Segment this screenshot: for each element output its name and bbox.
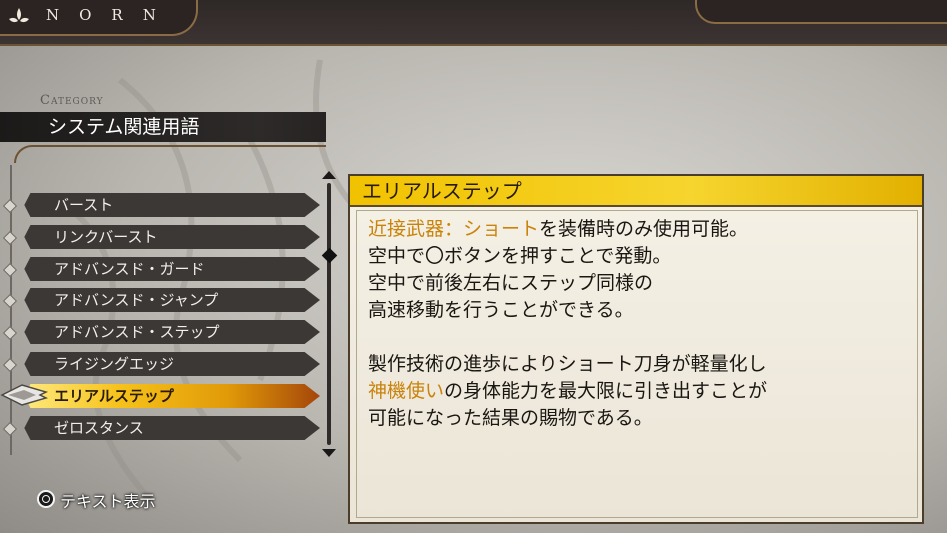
category-frame-line <box>14 145 326 163</box>
highlight-term: 神機使い <box>368 380 445 402</box>
list-node <box>2 325 18 341</box>
list-item[interactable]: アドバンスド・ジャンプ <box>24 288 320 312</box>
list-node <box>2 230 18 246</box>
highlight-term: 近接武器：ショート <box>368 218 540 240</box>
description-line: 可能になった結果の賜物である。 <box>368 407 653 429</box>
circle-button-icon[interactable] <box>37 490 55 508</box>
description-line: 空中で前後左右にステップ同様の <box>368 272 654 294</box>
scrollbar-thumb[interactable] <box>321 247 338 264</box>
description-line: 神機使いの身体能力を最大限に引き出すことが <box>368 378 908 405</box>
list-item-selected[interactable]: エリアルステップ <box>24 384 320 408</box>
logo-text: NORN <box>46 6 176 24</box>
list-node <box>2 357 18 373</box>
list-item[interactable]: バースト <box>24 193 320 217</box>
selection-cursor-icon <box>0 384 49 406</box>
list-node <box>2 262 18 278</box>
description-line: 近接武器：ショートを装備時のみ使用可能。 <box>368 216 908 243</box>
list-node <box>2 198 18 214</box>
list-item[interactable]: ゼロスタンス <box>24 416 320 440</box>
top-right-tab <box>695 0 947 24</box>
description-line: 空中で〇ボタンを押すことで発動。 <box>368 245 672 267</box>
list-item[interactable]: リンクバースト <box>24 225 320 249</box>
detail-description: 近接武器：ショートを装備時のみ使用可能。 空中で〇ボタンを押すことで発動。 空中… <box>368 216 908 432</box>
leaf-logo-icon <box>9 8 29 23</box>
list-item[interactable]: アドバンスド・ガード <box>24 257 320 281</box>
description-line: 製作技術の進歩によりショート刀身が軽量化し <box>368 353 767 375</box>
list-item[interactable]: ライジングエッジ <box>24 352 320 376</box>
category-caption: Category <box>40 93 104 108</box>
category-selector[interactable]: システム関連用語 <box>0 112 326 142</box>
scroll-up-arrow-icon[interactable] <box>321 170 337 180</box>
scrollbar-track[interactable] <box>327 183 331 445</box>
description-line: 高速移動を行うことができる。 <box>368 299 634 321</box>
list-item[interactable]: アドバンスド・ステップ <box>24 320 320 344</box>
scroll-down-arrow-icon[interactable] <box>321 448 337 458</box>
description-text: を装備時のみ使用可能。 <box>539 218 749 240</box>
list-node <box>2 293 18 309</box>
description-text: の身体能力を最大限に引き出すことが <box>444 380 768 402</box>
detail-title: エリアルステップ <box>350 176 922 207</box>
logo-tab: NORN <box>0 0 198 36</box>
list-node <box>2 421 18 437</box>
text-display-label[interactable]: テキスト表示 <box>60 488 156 512</box>
